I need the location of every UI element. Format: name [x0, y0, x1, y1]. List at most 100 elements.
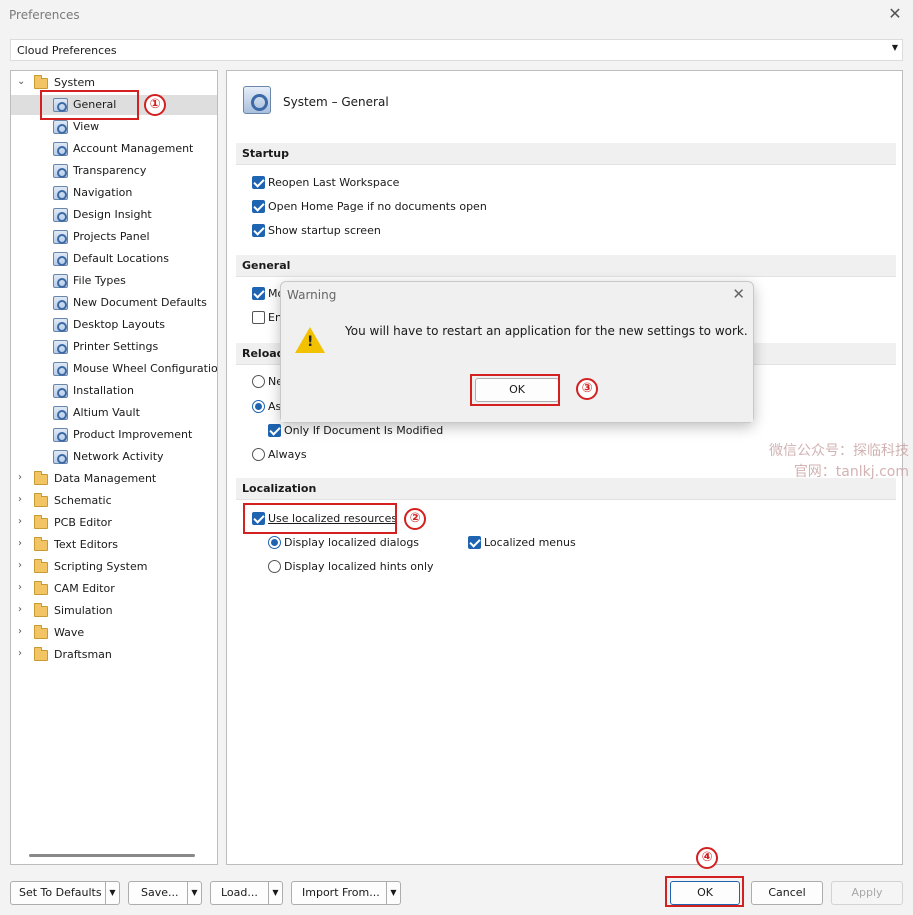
tree-node-network-activity[interactable]: Network Activity — [11, 447, 217, 467]
cancel-button[interactable]: Cancel — [751, 881, 823, 905]
radio-label: Always — [268, 448, 307, 461]
chevron-right-icon[interactable]: › — [18, 516, 28, 527]
chevron-expanded-icon[interactable]: ⌄ — [17, 76, 27, 87]
step-marker: ③ — [576, 378, 598, 400]
radio-off-icon — [268, 560, 281, 573]
tree-node-schematic[interactable]: › Schematic — [11, 491, 217, 511]
tree-node-default-locations[interactable]: Default Locations — [11, 249, 217, 269]
radio-on-icon — [252, 400, 265, 413]
tree-node-file-types[interactable]: File Types — [11, 271, 217, 291]
tree-node-label: Design Insight — [73, 208, 152, 221]
settings-page-icon — [53, 450, 68, 464]
close-icon[interactable]: ✕ — [732, 285, 745, 303]
section-startup: Startup — [236, 143, 896, 165]
chevron-right-icon[interactable]: › — [18, 604, 28, 615]
import-from-button[interactable]: Import From... ▼ — [291, 881, 401, 905]
folder-icon — [34, 537, 48, 551]
tree-node-label: Schematic — [54, 494, 112, 507]
apply-button[interactable]: Apply — [831, 881, 903, 905]
tree-node-mouse-wheel-configuration[interactable]: Mouse Wheel Configuration — [11, 359, 217, 379]
watermark: 微信公众号：探临科技 官网：tanlkj.com — [769, 441, 909, 483]
tree-node-navigation[interactable]: Navigation — [11, 183, 217, 203]
chevron-down-icon: ▼ — [891, 43, 898, 52]
settings-page-icon — [53, 340, 68, 354]
tree-node-label: Printer Settings — [73, 340, 159, 353]
tree-node-label: File Types — [73, 274, 126, 287]
highlight-box — [470, 374, 560, 406]
checkbox-label: Show startup screen — [268, 224, 381, 237]
chevron-down-icon[interactable]: ▼ — [386, 882, 400, 904]
profile-dropdown-value: Cloud Preferences — [17, 44, 117, 57]
horizontal-scrollbar[interactable] — [29, 854, 195, 857]
chevron-down-icon[interactable]: ▼ — [268, 882, 282, 904]
settings-page-icon — [53, 208, 68, 222]
step-marker: ① — [144, 94, 166, 116]
tree-node-label: CAM Editor — [54, 582, 115, 595]
watermark-line: 微信公众号：探临科技 — [769, 443, 909, 459]
section-heading: Startup — [242, 147, 289, 160]
checkbox-label: Reopen Last Workspace — [268, 176, 400, 189]
settings-page-icon — [53, 384, 68, 398]
settings-page-icon — [53, 186, 68, 200]
radio-label: Display localized hints only — [284, 560, 434, 573]
tree-node-draftsman[interactable]: › Draftsman — [11, 645, 217, 665]
chevron-right-icon[interactable]: › — [18, 472, 28, 483]
save-button[interactable]: Save... ▼ — [128, 881, 202, 905]
tree-node-label: Text Editors — [54, 538, 119, 551]
tree-node-transparency[interactable]: Transparency — [11, 161, 217, 181]
ok-button[interactable]: OK — [670, 881, 740, 905]
tree-node-desktop-layouts[interactable]: Desktop Layouts — [11, 315, 217, 335]
page-title: System – General — [283, 95, 389, 109]
tree-node-label: View — [73, 120, 100, 133]
settings-page-icon — [53, 296, 68, 310]
dialog-title: Warning — [287, 288, 337, 302]
tree-node-text-editors[interactable]: › Text Editors — [11, 535, 217, 555]
radio-on-icon — [268, 536, 281, 549]
chevron-right-icon[interactable]: › — [18, 560, 28, 571]
section-heading: Localization — [242, 482, 317, 495]
tree-node-altium-vault[interactable]: Altium Vault — [11, 403, 217, 423]
radio-off-icon — [252, 448, 265, 461]
tree-node-projects-panel[interactable]: Projects Panel — [11, 227, 217, 247]
chevron-right-icon[interactable]: › — [18, 626, 28, 637]
tree-node-label: Projects Panel — [73, 230, 150, 243]
tree-node-pcb-editor[interactable]: › PCB Editor — [11, 513, 217, 533]
tree-node-new-document-defaults[interactable]: New Document Defaults — [11, 293, 217, 313]
tree-node-cam-editor[interactable]: › CAM Editor — [11, 579, 217, 599]
close-icon[interactable]: ✕ — [885, 4, 905, 24]
checkbox-checked-icon — [252, 224, 265, 237]
tree-node-installation[interactable]: Installation — [11, 381, 217, 401]
folder-icon — [34, 581, 48, 595]
tree-node-data-management[interactable]: › Data Management — [11, 469, 217, 489]
tree-node-printer-settings[interactable]: Printer Settings — [11, 337, 217, 357]
load-button[interactable]: Load... ▼ — [210, 881, 283, 905]
profile-dropdown[interactable]: Cloud Preferences ▼ — [10, 39, 903, 61]
tree-node-account-management[interactable]: Account Management — [11, 139, 217, 159]
settings-page-icon — [53, 142, 68, 156]
chevron-right-icon[interactable]: › — [18, 648, 28, 659]
tree-node-wave[interactable]: › Wave — [11, 623, 217, 643]
tree-node-label: System — [54, 76, 96, 89]
settings-page-icon — [53, 318, 68, 332]
step-marker: ② — [404, 508, 426, 530]
tree-node-label: Default Locations — [73, 252, 169, 265]
highlight-box — [40, 90, 139, 120]
set-to-defaults-button[interactable]: Set To Defaults ▼ — [10, 881, 120, 905]
tree-node-scripting-system[interactable]: › Scripting System — [11, 557, 217, 577]
tree-node-label: Mouse Wheel Configuration — [73, 362, 218, 375]
title-bar: Preferences ✕ — [0, 0, 913, 30]
section-heading: General — [242, 259, 291, 272]
chevron-right-icon[interactable]: › — [18, 538, 28, 549]
tree-node-design-insight[interactable]: Design Insight — [11, 205, 217, 225]
section-heading: Reload — [242, 347, 285, 360]
tree-node-view[interactable]: View — [11, 117, 217, 137]
chevron-down-icon[interactable]: ▼ — [105, 882, 119, 904]
tree-node-simulation[interactable]: › Simulation — [11, 601, 217, 621]
button-label: Load... — [221, 886, 258, 899]
chevron-right-icon[interactable]: › — [18, 494, 28, 505]
chevron-right-icon[interactable]: › — [18, 582, 28, 593]
tree-node-product-improvement[interactable]: Product Improvement — [11, 425, 217, 445]
chevron-down-icon[interactable]: ▼ — [187, 882, 201, 904]
settings-page-icon — [53, 406, 68, 420]
folder-icon — [34, 647, 48, 661]
